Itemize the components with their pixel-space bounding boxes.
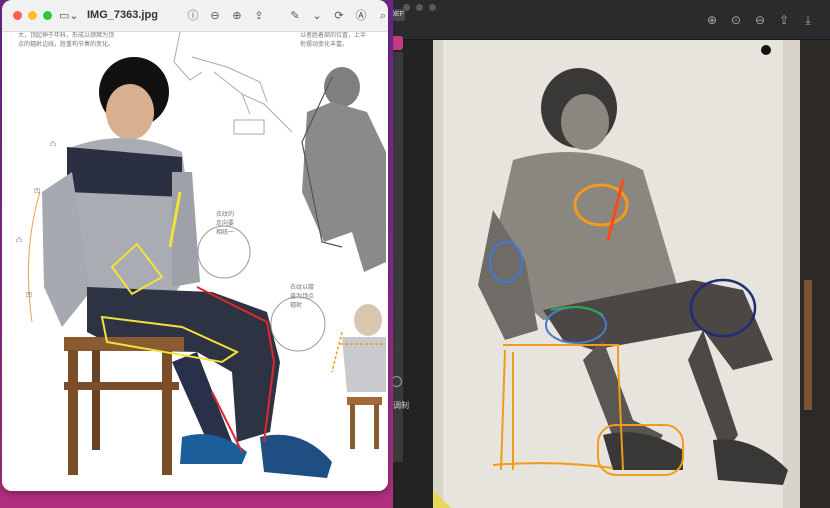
side-label: 凹	[34, 189, 41, 195]
reference-illustration	[27, 32, 386, 478]
share-icon[interactable]: ⇪	[776, 12, 792, 28]
text-line: 衣纹的	[216, 212, 235, 218]
annotate-icon[interactable]: Ⓐ	[353, 8, 369, 24]
traffic-lights	[13, 11, 52, 20]
right-window-titlebar: DEF ⊕ ⊙ ⊖ ⇪ ⤓	[393, 0, 830, 40]
actual-size-icon[interactable]: ⊙	[728, 12, 744, 28]
left-preview-window: ▭⌄ IMG_7363.jpg ⓘ ⊖ ⊕ ⇪ ✎ ⌄ ⟳ Ⓐ ⌕ 大，顶起伸于…	[2, 0, 388, 491]
fullscreen-button-icon[interactable]	[43, 11, 52, 20]
text-line: 盖为顶点	[290, 294, 315, 300]
right-preview-window: DEF ⊕ ⊙ ⊖ ⇪ ⤓ 调制	[393, 0, 830, 508]
share-icon[interactable]: ⇪	[251, 8, 267, 24]
pink-app-icon[interactable]	[393, 36, 403, 50]
info-icon[interactable]: ⓘ	[185, 8, 201, 24]
callout-1-text: 衣纹的 走向要 相统一	[216, 211, 234, 238]
zoom-in-icon[interactable]: ⊕	[229, 8, 245, 24]
text-line: 辐射	[290, 303, 303, 309]
side-text: 调制	[393, 401, 409, 410]
left-toolbar: ⓘ ⊖ ⊕ ⇪ ✎ ⌄ ⟳ Ⓐ ⌕	[185, 8, 388, 24]
zoom-in-icon[interactable]: ⊕	[704, 12, 720, 28]
minimize-dot-icon[interactable]	[416, 4, 423, 11]
document-title: IMG_7363.jpg	[87, 9, 158, 21]
text-line: 走向要	[216, 221, 235, 227]
zoom-out-icon[interactable]: ⊖	[752, 12, 768, 28]
close-button-icon[interactable]	[13, 11, 22, 20]
text-line: 衣纹以膝	[290, 285, 315, 291]
side-label: 凹	[26, 293, 33, 299]
markup-pen-icon[interactable]: ✎	[287, 8, 303, 24]
text-line: 相统一	[216, 230, 235, 236]
sidebar-toggle-icon[interactable]: ▭⌄	[59, 9, 81, 23]
image-canvas: 大，顶起伸于年科，形成以颈窝为顶 点的辐射边线，胜重构节奏的变化。 以者胜着部的…	[2, 32, 388, 491]
search-icon[interactable]: ⌕	[375, 8, 388, 24]
def-badge: DEF	[393, 9, 405, 21]
chevron-down-icon[interactable]: ⌄	[309, 8, 325, 24]
side-label: 凸	[50, 142, 57, 148]
wood-frame	[800, 40, 830, 508]
zoom-out-icon[interactable]: ⊖	[207, 8, 223, 24]
right-window-lights	[403, 4, 436, 11]
wood-strip	[804, 280, 812, 410]
maximize-dot-icon[interactable]	[429, 4, 436, 11]
sketch-photo	[433, 40, 800, 508]
right-toolbar: ⊕ ⊙ ⊖ ⇪ ⤓	[704, 12, 816, 28]
sketch-drawing	[433, 40, 800, 508]
download-icon[interactable]: ⤓	[800, 12, 816, 28]
minimize-button-icon[interactable]	[28, 11, 37, 20]
callout-2-text: 衣纹以膝 盖为顶点 辐射	[290, 284, 314, 311]
side-label: 凸	[16, 238, 23, 244]
rotate-icon[interactable]: ⟳	[331, 8, 347, 24]
left-window-titlebar: ▭⌄ IMG_7363.jpg ⓘ ⊖ ⊕ ⇪ ✎ ⌄ ⟳ Ⓐ ⌕	[2, 0, 388, 32]
